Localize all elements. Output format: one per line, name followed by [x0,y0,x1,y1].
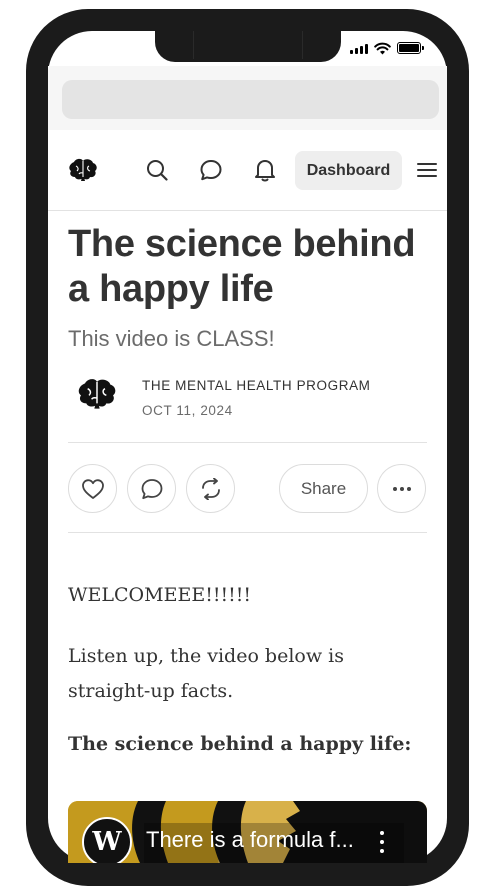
comment-icon [141,478,162,499]
channel-logo[interactable]: W [82,817,132,863]
heart-icon [81,478,104,499]
post-date: OCT 11, 2024 [142,403,233,418]
signal-bars-icon [350,43,368,54]
dashboard-button[interactable]: Dashboard [295,151,402,190]
chat-bubble-icon[interactable] [196,155,226,185]
more-dots-icon [392,486,411,491]
video-embed[interactable]: W There is a formula f... [68,801,427,863]
divider [68,442,427,443]
video-title[interactable]: There is a formula f... [146,827,354,853]
wifi-icon [374,42,391,54]
post-title: The science behind a happy life [68,223,416,310]
bell-icon[interactable] [250,155,280,185]
body-paragraph: WELCOMEEE!!!!!! [68,584,252,606]
brain-logo-icon[interactable] [66,155,100,185]
body-paragraph: Listen up, the video below is straight-u… [68,645,344,702]
author-name-link[interactable]: THE MENTAL HEALTH PROGRAM [142,378,371,393]
search-icon[interactable] [142,155,172,185]
vertical-dots-icon[interactable] [372,829,392,855]
notch-divider [302,31,303,59]
hamburger-menu-icon[interactable] [412,155,442,185]
divider [68,532,427,533]
battery-icon [397,42,424,54]
share-button[interactable]: Share [279,464,368,513]
phone-notch [155,31,341,62]
like-button[interactable] [68,464,117,513]
more-options-button[interactable] [377,464,426,513]
status-bar [350,40,424,56]
url-bar[interactable] [62,80,439,119]
section-heading: The science behind a happy life: [68,733,412,755]
post-subtitle: This video is CLASS! [68,326,275,351]
notch-divider [193,31,194,59]
avatar[interactable] [77,377,117,413]
restack-button[interactable] [186,464,235,513]
comment-button[interactable] [127,464,176,513]
restack-icon [201,477,220,500]
